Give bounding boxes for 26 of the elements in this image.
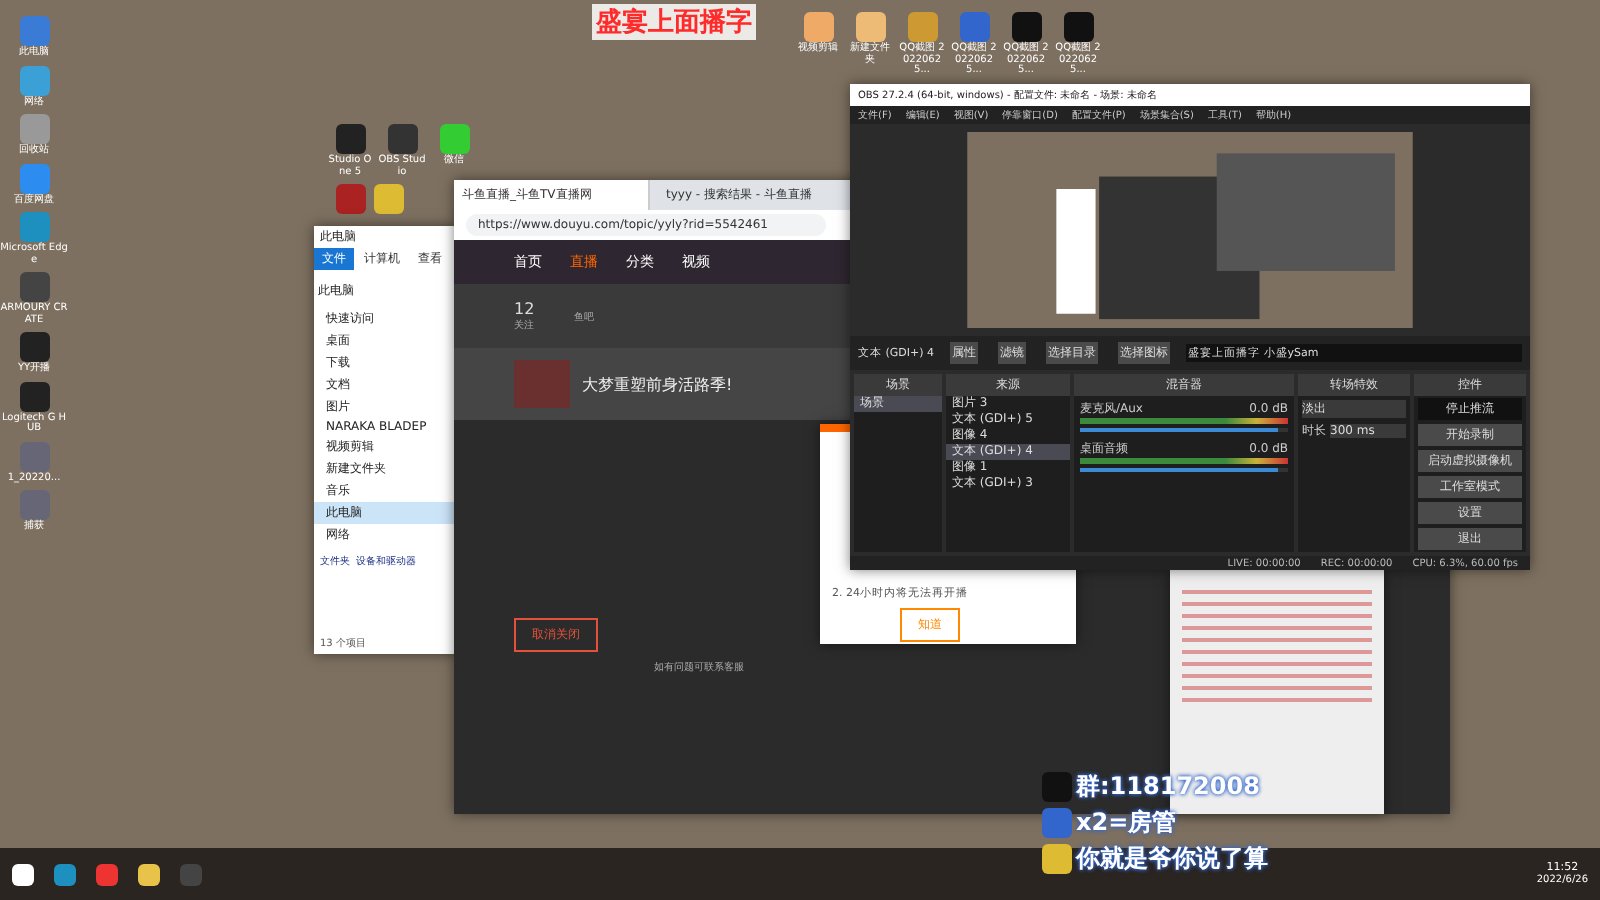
app-icon[interactable] bbox=[439, 124, 469, 154]
app-icon[interactable] bbox=[19, 272, 49, 302]
avatar-icon bbox=[1042, 772, 1072, 802]
app-icon[interactable] bbox=[19, 65, 49, 95]
stat-value: 12 bbox=[514, 300, 535, 318]
avatar-icon bbox=[1042, 808, 1072, 838]
card-title: 大梦重塑前身活路季! bbox=[582, 373, 733, 395]
app-icon[interactable] bbox=[387, 124, 417, 154]
chat-text: 你就是爷你说了算 bbox=[1076, 842, 1268, 876]
chat-text: x2=房管 bbox=[1076, 806, 1177, 840]
app-icon[interactable] bbox=[336, 184, 366, 214]
file-icon[interactable] bbox=[803, 12, 833, 42]
app-icon[interactable] bbox=[19, 114, 49, 144]
app-icon[interactable] bbox=[374, 184, 404, 214]
overlay-banner-text: 盛宴上面播字 bbox=[592, 4, 756, 40]
app-icon[interactable] bbox=[19, 381, 49, 411]
app-icon[interactable] bbox=[335, 124, 365, 154]
taskbar-app-icon[interactable] bbox=[12, 863, 34, 885]
app-icon[interactable] bbox=[19, 332, 49, 362]
avatar-icon bbox=[1042, 844, 1072, 874]
photo-placeholder bbox=[514, 360, 570, 408]
taskbar-app-icon[interactable] bbox=[138, 863, 160, 885]
file-icon[interactable] bbox=[1011, 12, 1041, 42]
file-icon[interactable] bbox=[855, 12, 885, 42]
file-icon[interactable] bbox=[1063, 12, 1093, 42]
file-icon[interactable] bbox=[907, 12, 937, 42]
